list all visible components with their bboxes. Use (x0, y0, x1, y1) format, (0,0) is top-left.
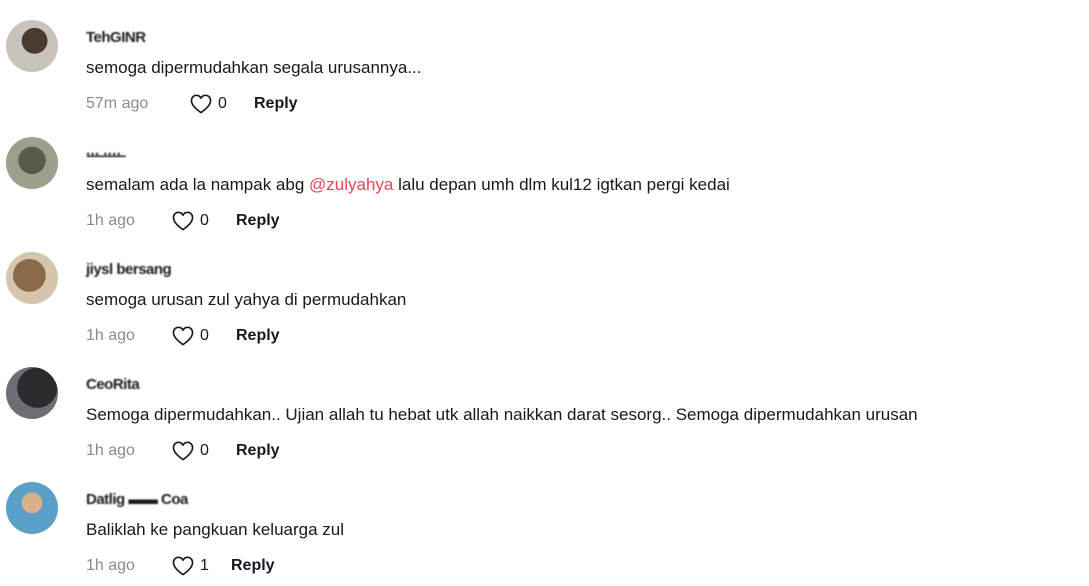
comment-text-body: lalu depan umh dlm kul12 igtkan pergi ke… (393, 175, 730, 194)
comment-text-body: Baliklah ke pangkuan keluarga zul (86, 520, 345, 539)
comment-text-body: semalam ada la nampak abg (86, 175, 310, 194)
like-count: 0 (200, 212, 209, 229)
user-avatar[interactable] (6, 367, 58, 419)
comment-username[interactable]: ·̶·̶·̶ ·̶·̶·̶·̶ (86, 146, 122, 163)
user-avatar[interactable] (6, 20, 58, 72)
comment-meta: 1h ago 0 Reply (86, 439, 280, 463)
user-avatar[interactable] (6, 252, 58, 304)
comment-timestamp: 1h ago (86, 327, 135, 344)
comment-meta: 1h ago 1 Reply (86, 554, 275, 578)
comment-timestamp: 1h ago (86, 557, 135, 574)
reply-button[interactable]: Reply (236, 442, 280, 460)
like-button[interactable]: 0 (172, 211, 232, 231)
comment-username[interactable]: jiysl bersang (86, 261, 172, 278)
like-button[interactable]: 0 (172, 326, 232, 346)
heart-outline-icon[interactable] (172, 211, 194, 231)
comment-item: CeoRita Semoga dipermudahkan.. Ujian all… (0, 367, 1089, 479)
comment-username[interactable]: Datlig ▬▬ Coa (86, 491, 188, 508)
comment-item: jiysl bersang semoga urusan zul yahya di… (0, 252, 1089, 364)
comment-text-body: Semoga dipermudahkan.. Ujian allah tu he… (86, 405, 918, 424)
mention-link[interactable]: @zulyahya (309, 175, 393, 194)
comment-username[interactable]: TehGINR (86, 29, 146, 46)
comment-item: TehGINR semoga dipermudahkan segala urus… (0, 20, 1089, 132)
heart-outline-icon[interactable] (172, 326, 194, 346)
reply-button[interactable]: Reply (231, 557, 275, 575)
comment-text-body: semoga urusan zul yahya di permudahkan (86, 290, 407, 309)
like-button[interactable]: 1 (172, 556, 227, 576)
comment-meta: 1h ago 0 Reply (86, 324, 280, 348)
heart-outline-icon[interactable] (190, 94, 212, 114)
comment-text: Semoga dipermudahkan.. Ujian allah tu he… (86, 405, 918, 425)
comment-list: TehGINR semoga dipermudahkan segala urus… (0, 0, 1089, 586)
comment-text-body: semoga dipermudahkan segala urusannya... (86, 58, 422, 77)
comment-timestamp: 57m ago (86, 95, 149, 112)
comment-meta: 1h ago 0 Reply (86, 209, 280, 233)
like-count: 1 (200, 557, 209, 574)
comment-timestamp: 1h ago (86, 442, 135, 459)
user-avatar[interactable] (6, 137, 58, 189)
user-avatar[interactable] (6, 482, 58, 534)
comment-username[interactable]: CeoRita (86, 376, 140, 393)
comment-text: semoga dipermudahkan segala urusannya... (86, 58, 422, 78)
like-count: 0 (200, 327, 209, 344)
reply-button[interactable]: Reply (254, 95, 298, 113)
comment-timestamp: 1h ago (86, 212, 135, 229)
comment-item: Datlig ▬▬ Coa Baliklah ke pangkuan kelua… (0, 482, 1089, 586)
reply-button[interactable]: Reply (236, 212, 280, 230)
comment-item: ·̶·̶·̶ ·̶·̶·̶·̶ semalam ada la nampak ab… (0, 137, 1089, 249)
heart-outline-icon[interactable] (172, 556, 194, 576)
comment-meta: 57m ago 0 Reply (86, 92, 298, 116)
like-button[interactable]: 0 (172, 441, 232, 461)
comment-text: Baliklah ke pangkuan keluarga zul (86, 520, 344, 540)
comment-text: semalam ada la nampak abg @zulyahya lalu… (86, 175, 730, 195)
heart-outline-icon[interactable] (172, 441, 194, 461)
like-button[interactable]: 0 (190, 94, 250, 114)
like-count: 0 (218, 95, 227, 112)
comment-text: semoga urusan zul yahya di permudahkan (86, 290, 406, 310)
like-count: 0 (200, 442, 209, 459)
reply-button[interactable]: Reply (236, 327, 280, 345)
